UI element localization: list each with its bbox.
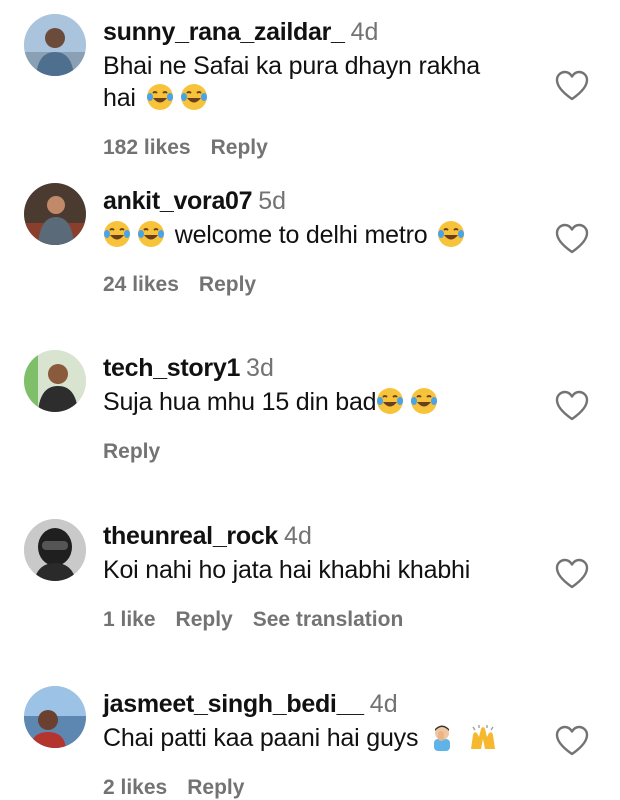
heart-outline-icon[interactable]	[555, 223, 589, 255]
comment-time: 4d	[369, 690, 398, 718]
comment-time: 4d	[284, 522, 312, 550]
comment-username[interactable]: sunny_rana_zaildar_	[103, 18, 345, 46]
comment-username[interactable]: tech_story1	[103, 354, 240, 382]
heart-outline-icon[interactable]	[555, 390, 589, 422]
reply-button[interactable]: Reply	[211, 136, 268, 159]
comment-time: 5d	[258, 187, 287, 215]
raising-hands-emoji	[469, 723, 497, 751]
comment-time: 4d	[350, 18, 379, 46]
face-with-tears-of-joy-emoji	[180, 83, 208, 111]
face-with-tears-of-joy-emoji	[437, 220, 465, 248]
comment-username[interactable]: ankit_vora07	[103, 187, 253, 215]
like-count[interactable]: 1 like	[103, 608, 156, 631]
like-count[interactable]: 2 likes	[103, 776, 167, 799]
comment-text: Koi nahi ho jata hai khabhi khabhi	[103, 556, 471, 584]
avatar[interactable]	[24, 183, 86, 245]
avatar[interactable]	[24, 686, 86, 748]
avatar[interactable]	[24, 519, 86, 581]
face-with-tears-of-joy-emoji	[146, 83, 174, 111]
reply-button[interactable]: Reply	[199, 273, 256, 296]
comment-time: 3d	[246, 354, 274, 382]
like-count[interactable]: 182 likes	[103, 136, 191, 159]
comment-username[interactable]: theunreal_rock	[103, 522, 278, 550]
heart-outline-icon[interactable]	[555, 558, 589, 590]
heart-outline-icon[interactable]	[555, 70, 589, 102]
comment-text: Chai patti kaa paani hai guys	[103, 722, 533, 754]
reply-button[interactable]: Reply	[103, 440, 160, 463]
face-with-tears-of-joy-emoji	[376, 387, 404, 415]
heart-outline-icon[interactable]	[555, 725, 589, 757]
face-with-tears-of-joy-emoji	[410, 387, 438, 415]
comment-text: Suja hua mhu 15 din bad	[103, 386, 533, 418]
like-count[interactable]: 24 likes	[103, 273, 179, 296]
comment-text: welcome to delhi metro	[103, 219, 533, 251]
face-with-tears-of-joy-emoji	[137, 220, 165, 248]
comment-text: Bhai ne Safai ka pura dhayn rakha hai	[103, 52, 480, 112]
avatar[interactable]	[24, 350, 86, 412]
face-with-tears-of-joy-emoji	[103, 220, 131, 248]
reply-button[interactable]: Reply	[187, 776, 244, 799]
avatar[interactable]	[24, 14, 86, 76]
man-facepalming-emoji	[428, 723, 456, 751]
reply-button[interactable]: Reply	[176, 608, 233, 631]
comment-username[interactable]: jasmeet_singh_bedi__	[103, 690, 364, 718]
see-translation-button[interactable]: See translation	[253, 608, 404, 631]
